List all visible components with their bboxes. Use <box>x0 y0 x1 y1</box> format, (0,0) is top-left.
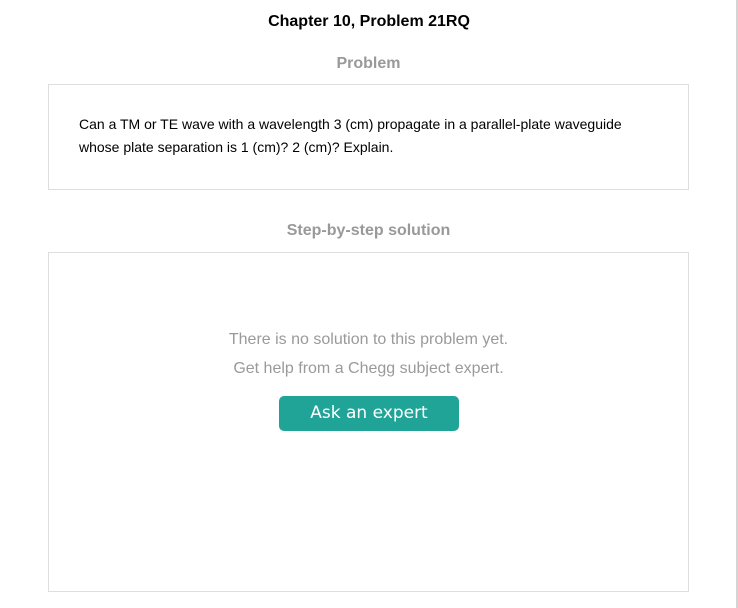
page-title: Chapter 10, Problem 21RQ <box>268 13 470 30</box>
solution-heading: Step-by-step solution <box>286 222 451 239</box>
problem-heading: Problem <box>336 55 401 72</box>
no-solution-message: There is no solution to this problem yet… <box>228 331 509 348</box>
problem-box: Can a TM or TE wave with a wavelength 3 … <box>48 84 689 190</box>
problem-text: Can a TM or TE wave with a wavelength 3 … <box>79 116 622 155</box>
expert-help-message: Get help from a Chegg subject expert. <box>233 360 504 377</box>
ask-an-expert-button[interactable]: Ask an expert <box>279 396 459 431</box>
solution-box: There is no solution to this problem yet… <box>48 252 689 592</box>
